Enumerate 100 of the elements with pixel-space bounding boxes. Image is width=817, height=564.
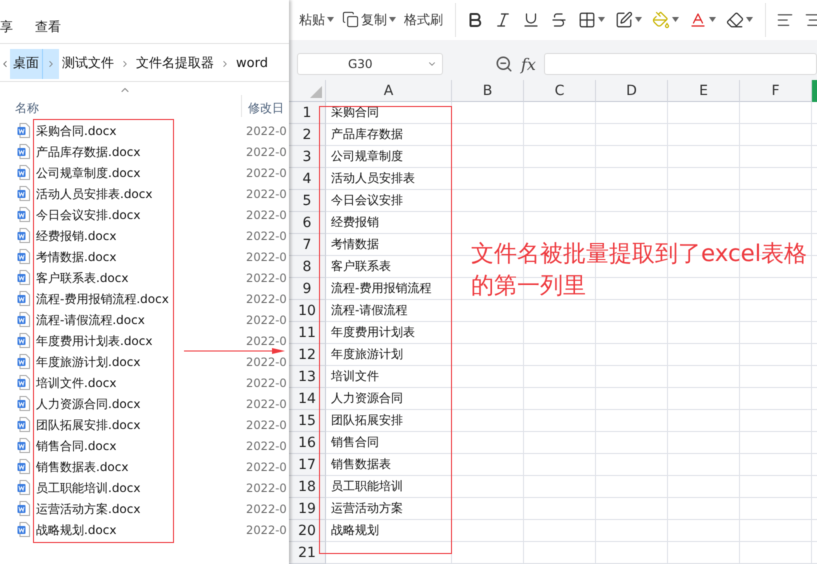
row-header[interactable]: 4 bbox=[289, 168, 326, 190]
breadcrumb-item[interactable]: 桌面 bbox=[10, 49, 42, 79]
word-file-icon bbox=[17, 522, 30, 537]
word-file-icon bbox=[17, 417, 30, 432]
column-header[interactable]: D bbox=[596, 80, 668, 102]
word-file-icon bbox=[17, 123, 30, 138]
cell-style-button[interactable] bbox=[615, 10, 642, 29]
column-header[interactable]: E bbox=[668, 80, 740, 102]
file-date: 2022-0 bbox=[246, 376, 288, 390]
word-file-icon bbox=[17, 375, 30, 390]
fill-color-button[interactable] bbox=[652, 10, 679, 29]
breadcrumb-item[interactable]: 测试文件 bbox=[59, 49, 117, 79]
row-header[interactable]: 8 bbox=[289, 256, 326, 278]
file-name[interactable]: 团队拓展安排.docx bbox=[36, 418, 140, 432]
word-file-icon bbox=[17, 249, 30, 264]
file-name[interactable]: 流程-费用报销流程.docx bbox=[36, 292, 169, 306]
file-name[interactable]: 运营活动方案.docx bbox=[36, 502, 140, 516]
file-name[interactable]: 销售合同.docx bbox=[36, 438, 116, 452]
file-date: 2022-0 bbox=[246, 144, 288, 158]
file-name[interactable]: 今日会议安排.docx bbox=[36, 208, 140, 222]
file-date: 2022-0 bbox=[246, 228, 288, 242]
row-header[interactable]: 13 bbox=[289, 366, 326, 388]
word-file-icon bbox=[17, 270, 30, 285]
strikethrough-button[interactable] bbox=[550, 10, 568, 29]
word-file-icon bbox=[17, 438, 30, 453]
file-name[interactable]: 员工职能培训.docx bbox=[36, 480, 140, 494]
file-name[interactable]: 客户联系表.docx bbox=[36, 270, 128, 284]
caret-icon bbox=[635, 17, 642, 22]
word-file-icon bbox=[17, 480, 30, 495]
row-header[interactable]: 17 bbox=[289, 454, 326, 476]
file-name[interactable]: 培训文件.docx bbox=[36, 376, 116, 390]
file-name[interactable]: 采购合同.docx bbox=[36, 124, 116, 138]
row-header[interactable]: 19 bbox=[289, 498, 326, 520]
ribbon-tab[interactable]: 查看 bbox=[35, 19, 61, 37]
row-header[interactable]: 18 bbox=[289, 476, 326, 498]
clipboard-button[interactable]: 粘贴 bbox=[299, 10, 334, 29]
borders-button[interactable] bbox=[578, 10, 605, 29]
row-header[interactable]: 6 bbox=[289, 212, 326, 234]
row-header[interactable]: 20 bbox=[289, 520, 326, 542]
word-file-icon bbox=[17, 291, 30, 306]
row-header[interactable]: 2 bbox=[289, 124, 326, 146]
file-name[interactable]: 年度费用计划表.docx bbox=[36, 334, 152, 348]
file-name[interactable]: 战略规划.docx bbox=[36, 522, 116, 536]
ribbon-tab[interactable]: 享 bbox=[0, 19, 13, 37]
underline-button[interactable] bbox=[522, 10, 540, 29]
font-color-button[interactable] bbox=[689, 10, 716, 29]
file-name[interactable]: 销售数据表.docx bbox=[36, 460, 128, 474]
clipboard-button[interactable]: 复制 bbox=[342, 10, 396, 29]
annotation-text: 文件名被批量提取到了excel表格的第一列里 bbox=[471, 240, 808, 301]
word-file-icon bbox=[17, 459, 30, 474]
row-header[interactable]: 3 bbox=[289, 146, 326, 168]
italic-icon bbox=[494, 10, 512, 29]
row-header[interactable]: 12 bbox=[289, 344, 326, 366]
file-name[interactable]: 公司规章制度.docx bbox=[36, 166, 140, 180]
row-header[interactable]: 11 bbox=[289, 322, 326, 344]
file-name[interactable]: 活动人员安排表.docx bbox=[36, 186, 152, 200]
caret-icon bbox=[389, 17, 396, 22]
file-date: 2022-0 bbox=[246, 438, 288, 452]
row-header[interactable]: 14 bbox=[289, 388, 326, 410]
row-header[interactable]: 9 bbox=[289, 278, 326, 300]
file-name[interactable]: 流程-请假流程.docx bbox=[36, 312, 145, 326]
column-header[interactable]: 名称 bbox=[0, 100, 241, 117]
file-name[interactable]: 考情数据.docx bbox=[36, 250, 116, 264]
formula-input[interactable] bbox=[544, 53, 817, 76]
row-header[interactable]: 21 bbox=[289, 542, 326, 564]
clipboard-button[interactable]: 格式刷 bbox=[404, 10, 443, 29]
function-button[interactable]: fx bbox=[521, 54, 536, 74]
file-name[interactable]: 人力资源合同.docx bbox=[36, 396, 140, 410]
file-date: 2022-0 bbox=[246, 208, 288, 222]
row-header[interactable]: 15 bbox=[289, 410, 326, 432]
file-name[interactable]: 年度旅游计划.docx bbox=[36, 354, 140, 368]
breadcrumb-item[interactable]: 文件名提取器 bbox=[133, 49, 217, 79]
file-date: 2022-0 bbox=[246, 396, 288, 410]
italic-button[interactable] bbox=[494, 10, 512, 29]
file-name[interactable]: 经费报销.docx bbox=[36, 228, 116, 242]
file-date: 2022-0 bbox=[246, 460, 288, 474]
row-header[interactable]: 7 bbox=[289, 234, 326, 256]
column-header[interactable]: F bbox=[740, 80, 812, 102]
row-header[interactable]: 5 bbox=[289, 190, 326, 212]
zoom-out-icon[interactable] bbox=[495, 55, 513, 74]
column-header[interactable]: C bbox=[524, 80, 596, 102]
column-header[interactable]: A bbox=[326, 80, 452, 102]
word-file-icon bbox=[17, 396, 30, 411]
word-file-icon bbox=[17, 354, 30, 369]
grid-icon bbox=[578, 10, 596, 29]
word-file-icon bbox=[17, 333, 30, 348]
file-date: 2022-0 bbox=[246, 522, 288, 536]
row-header[interactable]: 16 bbox=[289, 432, 326, 454]
column-header[interactable]: 修改日 bbox=[248, 100, 288, 117]
row-header[interactable]: 1 bbox=[289, 102, 326, 124]
clear-button[interactable] bbox=[726, 10, 753, 29]
row-header[interactable]: 10 bbox=[289, 300, 326, 322]
file-date: 2022-0 bbox=[246, 124, 288, 138]
file-name[interactable]: 产品库存数据.docx bbox=[36, 144, 140, 158]
column-header[interactable]: B bbox=[452, 80, 524, 102]
underline-icon bbox=[522, 10, 540, 29]
file-date: 2022-0 bbox=[246, 166, 288, 180]
name-box[interactable]: G30 bbox=[297, 53, 443, 76]
paint-bucket-icon bbox=[652, 10, 670, 29]
breadcrumb-item[interactable]: word bbox=[233, 49, 271, 79]
